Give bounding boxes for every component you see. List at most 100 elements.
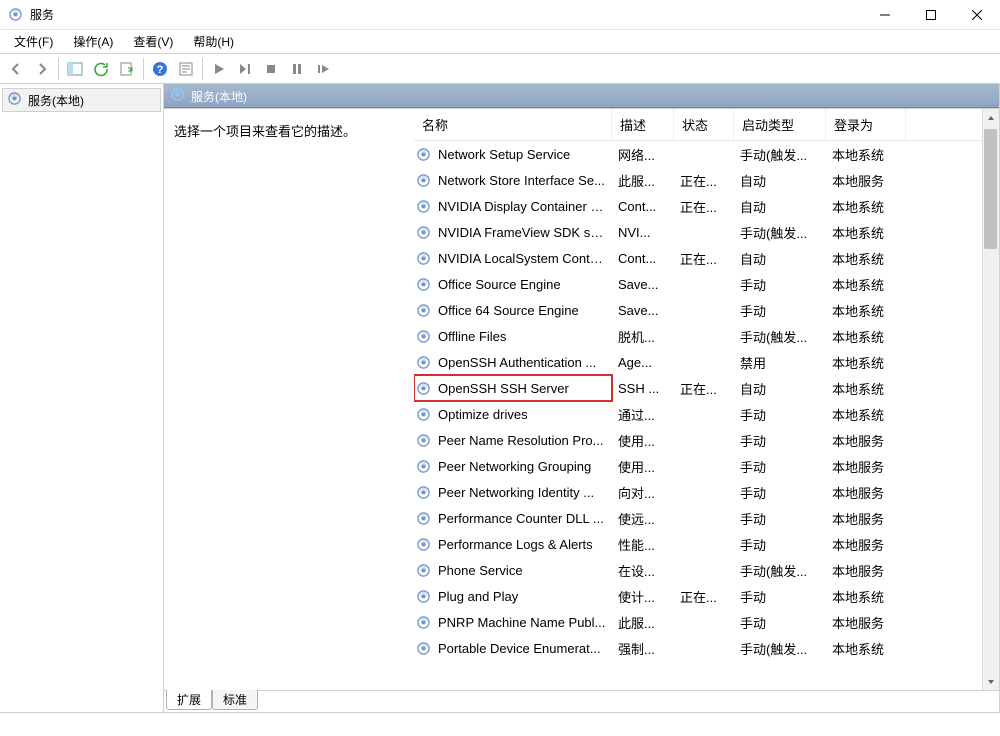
minimize-button[interactable] xyxy=(862,0,908,30)
service-row[interactable]: Office Source EngineSave...手动本地系统 xyxy=(414,271,999,297)
service-name: Performance Counter DLL ... xyxy=(432,511,612,526)
back-button[interactable] xyxy=(4,57,28,81)
service-row[interactable]: NVIDIA FrameView SDK se...NVI...手动(触发...… xyxy=(414,219,999,245)
service-row[interactable]: OpenSSH SSH ServerSSH ...正在...自动本地系统 xyxy=(414,375,999,401)
service-row[interactable]: Phone Service在设...手动(触发...本地服务 xyxy=(414,557,999,583)
gear-icon xyxy=(414,303,432,318)
service-row[interactable]: OpenSSH Authentication ...Age...禁用本地系统 xyxy=(414,349,999,375)
column-header-logon[interactable]: 登录为 xyxy=(826,109,906,140)
service-row[interactable]: Peer Networking Grouping使用...手动本地服务 xyxy=(414,453,999,479)
gear-icon xyxy=(414,589,432,604)
service-startup: 手动 xyxy=(734,275,826,294)
service-logon: 本地系统 xyxy=(826,587,906,606)
service-desc: 使计... xyxy=(612,587,674,606)
service-row[interactable]: Performance Logs & Alerts性能...手动本地服务 xyxy=(414,531,999,557)
gear-icon xyxy=(414,277,432,292)
gear-icon xyxy=(170,87,185,105)
menu-action[interactable]: 操作(A) xyxy=(63,30,123,53)
service-name: NVIDIA LocalSystem Conta... xyxy=(432,251,612,266)
gear-icon xyxy=(414,381,432,396)
stop-service-button[interactable] xyxy=(259,57,283,81)
maximize-button[interactable] xyxy=(908,0,954,30)
gear-icon xyxy=(414,251,432,266)
pause-service-button[interactable] xyxy=(285,57,309,81)
tree-node-services-local[interactable]: 服务(本地) xyxy=(2,88,161,112)
service-startup: 手动(触发... xyxy=(734,561,826,580)
close-button[interactable] xyxy=(954,0,1000,30)
service-row[interactable]: NVIDIA LocalSystem Conta...Cont...正在...自… xyxy=(414,245,999,271)
service-startup: 手动 xyxy=(734,405,826,424)
service-name: Phone Service xyxy=(432,563,612,578)
step-service-button[interactable] xyxy=(233,57,257,81)
service-row[interactable]: Plug and Play使计...正在...手动本地系统 xyxy=(414,583,999,609)
service-startup: 禁用 xyxy=(734,353,826,372)
service-startup: 手动 xyxy=(734,587,826,606)
service-row[interactable]: Optimize drives通过...手动本地系统 xyxy=(414,401,999,427)
service-logon: 本地系统 xyxy=(826,145,906,164)
service-row[interactable]: Offline Files脱机...手动(触发...本地系统 xyxy=(414,323,999,349)
service-startup: 自动 xyxy=(734,171,826,190)
service-name: Plug and Play xyxy=(432,589,612,604)
scroll-up-button[interactable] xyxy=(982,109,999,126)
service-desc: Save... xyxy=(612,277,674,292)
tab-standard[interactable]: 标准 xyxy=(212,690,258,710)
scrollbar[interactable] xyxy=(982,109,999,690)
tab-extended[interactable]: 扩展 xyxy=(166,690,212,710)
column-header-name[interactable]: 名称 xyxy=(414,109,612,140)
column-header-status[interactable]: 状态 xyxy=(674,109,734,140)
service-name: Office 64 Source Engine xyxy=(432,303,612,318)
start-service-button[interactable] xyxy=(207,57,231,81)
service-row[interactable]: Peer Name Resolution Pro...使用...手动本地服务 xyxy=(414,427,999,453)
service-row[interactable]: Network Setup Service网络...手动(触发...本地系统 xyxy=(414,141,999,167)
service-logon: 本地服务 xyxy=(826,613,906,632)
service-startup: 手动(触发... xyxy=(734,327,826,346)
service-logon: 本地服务 xyxy=(826,561,906,580)
service-name: Peer Networking Grouping xyxy=(432,459,612,474)
properties-button[interactable] xyxy=(174,57,198,81)
gear-icon xyxy=(414,615,432,630)
help-button[interactable]: ? xyxy=(148,57,172,81)
service-startup: 自动 xyxy=(734,249,826,268)
service-startup: 手动(触发... xyxy=(734,223,826,242)
gear-icon xyxy=(414,225,432,240)
menu-help[interactable]: 帮助(H) xyxy=(183,30,244,53)
scroll-thumb[interactable] xyxy=(984,129,997,249)
service-row[interactable]: Portable Device Enumerat...强制...手动(触发...… xyxy=(414,635,999,661)
forward-button[interactable] xyxy=(30,57,54,81)
service-name: OpenSSH SSH Server xyxy=(432,381,612,396)
column-header-description[interactable]: 描述 xyxy=(612,109,674,140)
service-logon: 本地系统 xyxy=(826,639,906,658)
service-logon: 本地系统 xyxy=(826,379,906,398)
service-desc: 使用... xyxy=(612,431,674,450)
service-row[interactable]: NVIDIA Display Container LSCont...正在...自… xyxy=(414,193,999,219)
service-row[interactable]: Performance Counter DLL ...使远...手动本地服务 xyxy=(414,505,999,531)
service-state: 正在... xyxy=(674,587,734,606)
service-desc: Age... xyxy=(612,355,674,370)
scroll-down-button[interactable] xyxy=(982,673,999,690)
export-button[interactable] xyxy=(115,57,139,81)
refresh-button[interactable] xyxy=(89,57,113,81)
service-row[interactable]: PNRP Machine Name Publ...此服...手动本地服务 xyxy=(414,609,999,635)
menu-file[interactable]: 文件(F) xyxy=(4,30,63,53)
service-name: OpenSSH Authentication ... xyxy=(432,355,612,370)
show-hide-tree-button[interactable] xyxy=(63,57,87,81)
service-desc: 此服... xyxy=(612,171,674,190)
gear-icon xyxy=(414,563,432,578)
service-desc: SSH ... xyxy=(612,381,674,396)
toolbar: ? xyxy=(0,54,1000,84)
service-desc: 强制... xyxy=(612,639,674,658)
column-header-startup[interactable]: 启动类型 xyxy=(734,109,826,140)
gear-icon xyxy=(414,329,432,344)
gear-icon xyxy=(414,199,432,214)
gear-icon xyxy=(414,485,432,500)
service-row[interactable]: Network Store Interface Se...此服...正在...自… xyxy=(414,167,999,193)
status-bar xyxy=(0,712,1000,734)
service-list: Network Setup Service网络...手动(触发...本地系统Ne… xyxy=(414,141,999,689)
gear-icon xyxy=(414,433,432,448)
service-row[interactable]: Office 64 Source EngineSave...手动本地系统 xyxy=(414,297,999,323)
service-row[interactable]: Peer Networking Identity ...向对...手动本地服务 xyxy=(414,479,999,505)
menu-view[interactable]: 查看(V) xyxy=(123,30,183,53)
service-startup: 手动 xyxy=(734,301,826,320)
restart-service-button[interactable] xyxy=(311,57,335,81)
service-desc: Save... xyxy=(612,303,674,318)
